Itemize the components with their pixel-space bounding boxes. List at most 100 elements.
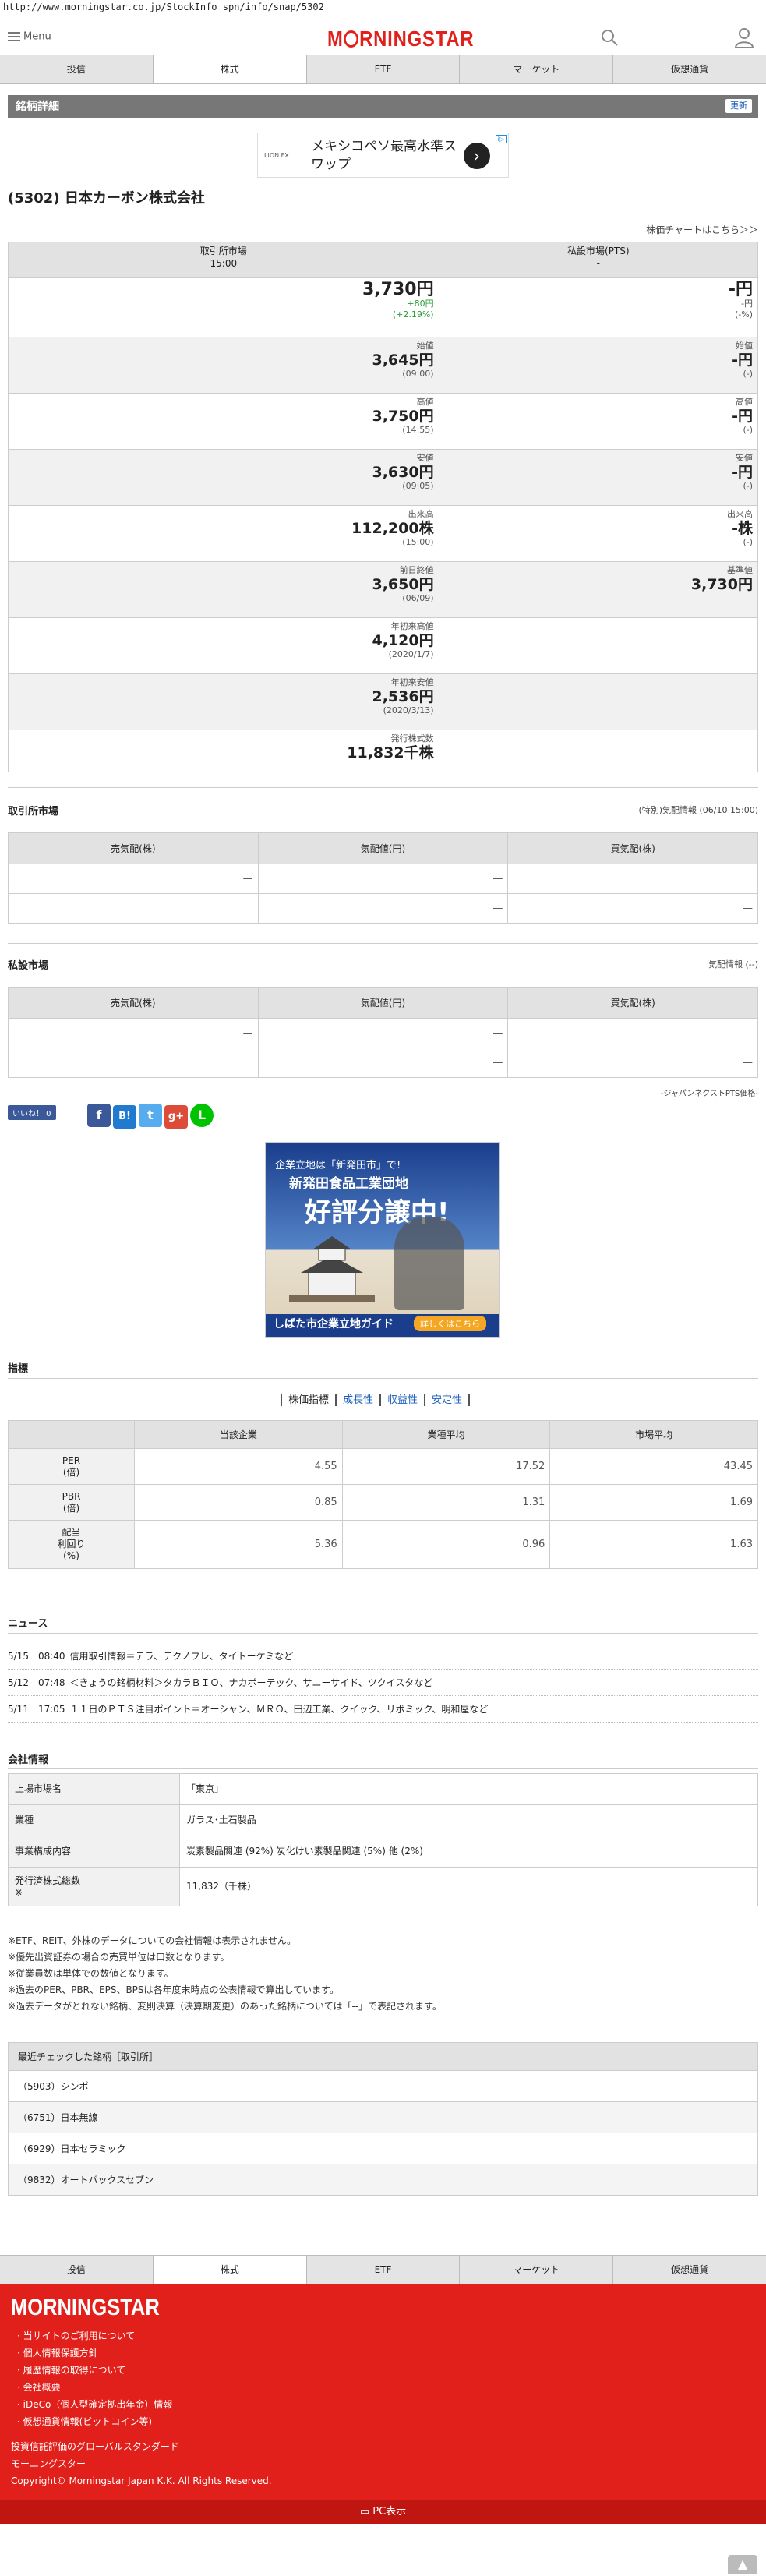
tab-stocks[interactable]: 株式 <box>153 55 307 83</box>
table-cell: ガラス･土石製品 <box>179 1804 758 1836</box>
footer-link[interactable]: · 会社概要 <box>17 2379 61 2396</box>
scroll-top-icon[interactable]: ▲ <box>728 2555 757 2574</box>
news-item[interactable]: 5/12 07:48 ＜きょうの銘柄材料＞タカラＢＩＯ、ナカボーテック、サニーサイ… <box>8 1670 758 1696</box>
recent-stock-item[interactable]: （5903）シンポ <box>8 2070 758 2102</box>
bid-header: 買気配(株) <box>507 987 758 1019</box>
board2-table: 売気配(株) 気配値(円) 買気配(株) — — — — <box>8 987 758 1078</box>
per-label: PER (倍) <box>8 1448 135 1485</box>
note-line: ※優先出資証券の場合の売買単位は口数となります。 <box>8 1952 230 1963</box>
note-line: ※過去のPER、PBR、EPS、BPSは各年度末時点の公表情報で算出しています。 <box>8 1984 339 1995</box>
shares-issued: 発行株式数 11,832千株 <box>8 730 439 772</box>
castle-icon <box>289 1236 375 1302</box>
google-plus-icon[interactable]: g+ <box>164 1105 188 1129</box>
footer-copyright: Copyright© Morningstar Japan K.K. All Ri… <box>11 2475 272 2486</box>
pc-view-button[interactable]: ▭ PC表示 <box>0 2500 766 2524</box>
quote-header: 気配値(円) <box>257 987 509 1019</box>
top-tabs: 投信 株式 ETF マーケット 仮想通貨 <box>0 55 766 84</box>
table-cell: 1.31 <box>341 1484 551 1521</box>
recent-stock-item[interactable]: （6751）日本無線 <box>8 2101 758 2133</box>
recent-stock-item[interactable]: （6929）日本セラミック <box>8 2133 758 2164</box>
search-icon[interactable] <box>600 28 619 47</box>
industry-header: 業種平均 <box>341 1420 551 1449</box>
tab-funds[interactable]: 投信 <box>0 55 154 83</box>
divider <box>8 1768 758 1769</box>
refresh-button[interactable]: 更新 <box>725 99 752 113</box>
tab-funds[interactable]: 投信 <box>0 2256 154 2284</box>
ad-line1: 企業立地は「新発田市」で! <box>275 1160 401 1171</box>
footer-link[interactable]: · 当サイトのご利用について <box>17 2327 135 2345</box>
company-title: 会社情報 <box>8 1754 49 1766</box>
ad-cta-button[interactable]: 詳しくはこちら <box>414 1316 486 1331</box>
table-cell: — <box>257 1018 509 1048</box>
ad-choices-icon[interactable]: i▷ <box>495 135 507 143</box>
ad-line4: しばた市企業立地ガイド <box>274 1318 394 1330</box>
nav-profitability[interactable]: 収益性 <box>379 1394 425 1406</box>
pts-high-price: 高値 -円 (-) <box>438 393 759 450</box>
exchange-header: 取引所市場 15:00 <box>8 242 439 278</box>
market-header: 市場平均 <box>549 1420 758 1449</box>
tab-crypto[interactable]: 仮想通貨 <box>613 55 766 83</box>
site-logo[interactable]: M RNINGSTAR <box>327 27 474 51</box>
indicators-table: 当該企業 業種平均 市場平均 PER (倍) 4.55 17.52 43.45 PBR (… <box>8 1420 758 1569</box>
table-cell: 5.36 <box>134 1520 343 1569</box>
note-line: ※過去データがとれない銘柄、変則決算（決算期変更）のあった銘柄については「--」… <box>8 2001 442 2012</box>
board2-title: 私設市場 <box>8 960 49 972</box>
table-cell: 1.69 <box>549 1484 758 1521</box>
ad-line2: 新発田食品工業団地 <box>289 1176 408 1192</box>
divider <box>8 787 758 788</box>
footer-tagline: 投資信託評価のグローバルスタンダード <box>11 2441 179 2452</box>
hatena-icon[interactable]: B! <box>113 1105 136 1129</box>
twitter-icon[interactable]: t <box>139 1104 162 1127</box>
menu-label: Menu <box>23 30 51 43</box>
indicators-title: 指標 <box>8 1363 29 1375</box>
table-cell: 0.96 <box>341 1520 551 1569</box>
footer-link[interactable]: · 仮想通貨情報(ビットコイン等) <box>17 2413 152 2430</box>
user-icon[interactable] <box>734 27 754 48</box>
tab-market[interactable]: マーケット <box>460 2256 614 2284</box>
pts-volume: 出来高 -株 (-) <box>438 505 759 562</box>
notes: ※ETF、REIT、外株のデータについての会社情報は表示されません。 ※優先出資… <box>8 1933 442 2015</box>
table-cell: — <box>257 1048 509 1078</box>
table-cell: 43.45 <box>549 1448 758 1485</box>
nav-stability[interactable]: 安定性 <box>424 1394 471 1406</box>
table-cell: 業種 <box>8 1804 180 1836</box>
bid-header: 買気配(株) <box>507 832 758 864</box>
chevron-right-icon[interactable]: › <box>464 143 490 169</box>
tab-etf[interactable]: ETF <box>306 55 461 83</box>
footer-link[interactable]: · iDeCo（個人型確定拠出年金）情報 <box>17 2396 172 2413</box>
footer-link[interactable]: · 履歴情報の取得について <box>17 2362 125 2379</box>
section-title: 銘柄詳細 更新 <box>8 95 758 118</box>
facebook-icon[interactable]: f <box>87 1104 111 1127</box>
table-cell: — <box>507 893 758 924</box>
tab-market[interactable]: マーケット <box>460 55 614 83</box>
footer-logo[interactable]: MORNINGSTAR <box>11 2295 160 2321</box>
ask-header: 売気配(株) <box>8 987 259 1019</box>
table-cell: — <box>8 1018 259 1048</box>
recent-stock-item[interactable]: （9832）オートバックスセブン <box>8 2164 758 2196</box>
tab-stocks[interactable]: 株式 <box>153 2256 307 2284</box>
tab-crypto[interactable]: 仮想通貨 <box>613 2256 766 2284</box>
nav-valuation[interactable]: 株価指標 <box>281 1394 336 1406</box>
ad-banner-top[interactable]: LION FX メキシコペソ最高水準スワップ › i▷ <box>257 133 509 178</box>
line-icon[interactable]: L <box>190 1104 214 1127</box>
previous-close: 前日終値 3,650円 (06/09) <box>8 561 439 618</box>
low-price: 安値 3,630円 (09:05) <box>8 449 439 506</box>
chart-link[interactable]: 株価チャートはこちら＞＞ <box>646 223 758 236</box>
url-bar[interactable]: http://www.morningstar.co.jp/StockInfo_s… <box>0 0 327 14</box>
menu-button[interactable]: Menu <box>8 30 51 44</box>
high-price: 高値 3,750円 (14:55) <box>8 393 439 450</box>
table-cell: 11,832（千株） <box>179 1867 758 1906</box>
table-cell: 「東京」 <box>179 1773 758 1805</box>
stock-title: (5302) 日本カーボン株式会社 <box>8 190 205 207</box>
monitor-icon: ▭ <box>359 2506 370 2518</box>
tab-etf[interactable]: ETF <box>306 2256 461 2284</box>
ad-banner-middle[interactable]: 企業立地は「新発田市」で! 新発田食品工業団地 好評分譲中! しばた市企業立地ガ… <box>265 1142 500 1338</box>
facebook-like-button[interactable]: いいね！ 0 <box>8 1105 56 1120</box>
news-item[interactable]: 5/11 17:05 １１日のＰＴＳ注目ポイント＝オーシャン、ＭＲＯ、田辺工業、ク… <box>8 1696 758 1723</box>
pts-header: 私設市場(PTS) - <box>438 242 759 278</box>
footer-link[interactable]: · 個人情報保護方針 <box>17 2345 98 2362</box>
nav-growth[interactable]: 成長性 <box>335 1394 380 1406</box>
divider <box>8 1633 758 1634</box>
footer-brand: モーニングスター <box>11 2458 86 2469</box>
news-item[interactable]: 5/15 08:40 信用取引情報＝テラ、テクノフレ、タイトーケミなど <box>8 1643 758 1670</box>
